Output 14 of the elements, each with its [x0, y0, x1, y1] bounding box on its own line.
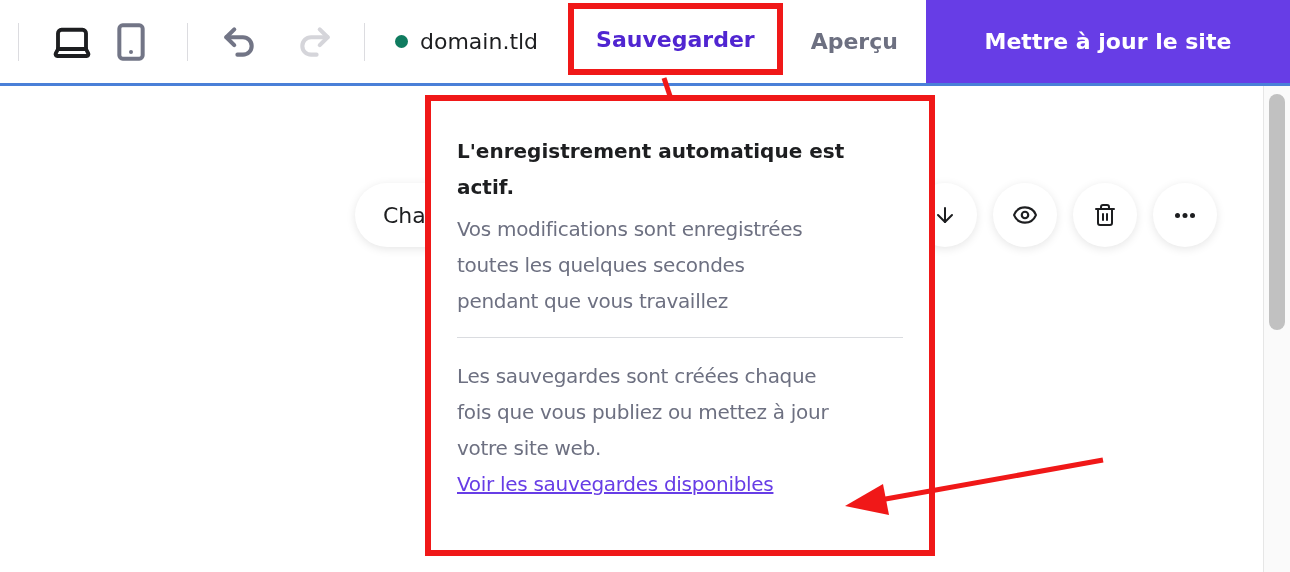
backup-text: Les sauvegardes sont créées chaque fois que vous publiez ou mettez à jour votre site web.	[457, 363, 830, 462]
update-site-button[interactable]: Mettre à jour le site	[925, 0, 1290, 83]
delete-button[interactable]	[1073, 183, 1137, 247]
status-dot	[395, 35, 408, 48]
scrollbar-thumb[interactable]	[1269, 94, 1285, 330]
domain-name: domain.tld	[420, 29, 539, 54]
eye-button[interactable]	[993, 183, 1057, 247]
more-icon	[1175, 212, 1195, 218]
trash-icon	[1093, 203, 1117, 227]
autosave-text: Vos modifications sont enregistrées toutes les quelques secondes pendant que vous travaillez	[457, 216, 804, 315]
popover-title: L'enregistrement automatique est actif.	[457, 138, 846, 201]
scrollbar[interactable]	[1263, 86, 1290, 572]
backups-link[interactable]: Voir les sauvegardes disponibles	[457, 472, 774, 496]
preview-button[interactable]: Aperçu	[782, 29, 926, 54]
